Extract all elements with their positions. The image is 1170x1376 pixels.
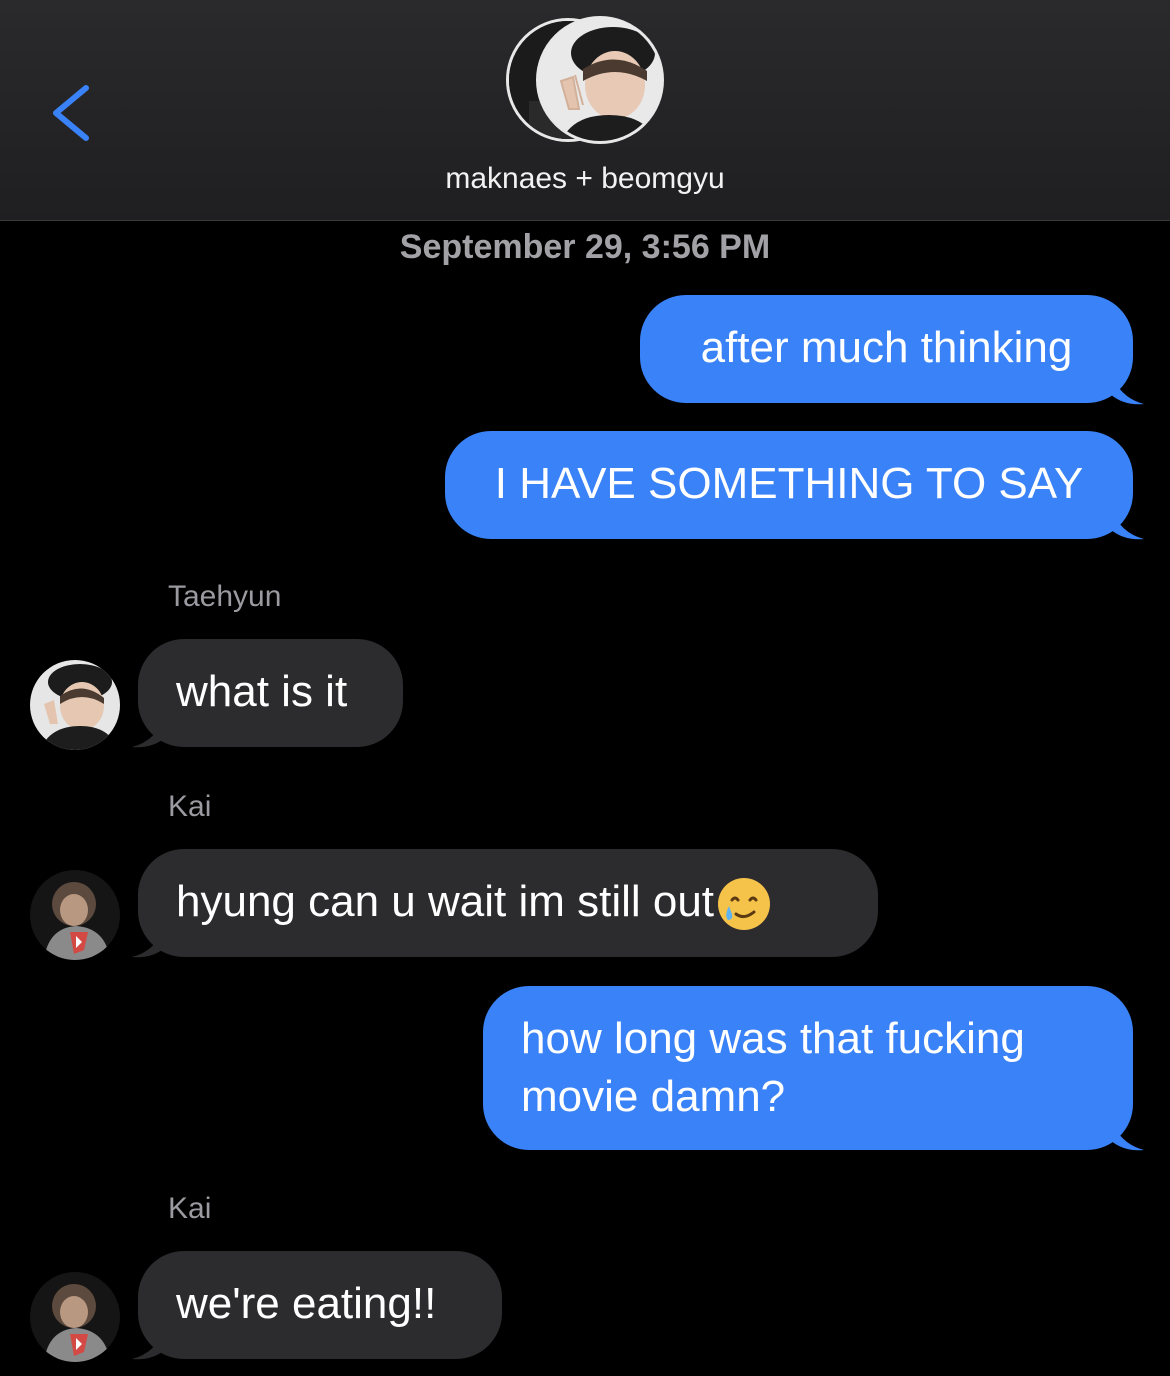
sender-avatar[interactable]: [30, 870, 120, 960]
chevron-left-icon: [53, 85, 89, 141]
message-text: what is it: [176, 667, 348, 716]
received-message-bubble[interactable]: hyung can u wait im still out: [138, 849, 878, 957]
message-text: hyung can u wait im still out: [176, 877, 715, 926]
message-text-line: movie damn?: [521, 1072, 786, 1121]
message-text-line: how long was that fucking: [521, 1014, 1025, 1063]
group-avatar[interactable]: [506, 16, 666, 146]
received-message-bubble[interactable]: we're eating!!: [138, 1251, 502, 1359]
sent-message-bubble[interactable]: after much thinking: [640, 295, 1133, 403]
group-title[interactable]: maknaes + beomgyu: [0, 162, 1170, 196]
bubble-tail: [1110, 507, 1144, 540]
message-text: I HAVE SOMETHING TO SAY: [494, 459, 1084, 508]
back-button[interactable]: [40, 78, 100, 148]
message-text: we're eating!!: [176, 1279, 437, 1328]
bubble-tail: [1110, 372, 1144, 405]
bubble-tail: [132, 715, 166, 748]
bubble-tail: [132, 1327, 166, 1360]
sender-name: Kai: [168, 790, 212, 823]
sender-avatar[interactable]: [30, 1272, 120, 1362]
message-timestamp: September 29, 3:56 PM: [399, 228, 771, 266]
bubble-tail: [1110, 1118, 1144, 1151]
conversation-header: maknaes + beomgyu: [0, 0, 1170, 221]
smiling-face-with-tear-icon: [718, 878, 771, 931]
received-message-bubble[interactable]: what is it: [138, 639, 403, 747]
sender-name: Taehyun: [168, 580, 282, 613]
bubble-tail: [132, 925, 166, 958]
message-text: after much thinking: [700, 323, 1073, 372]
sent-message-bubble[interactable]: I HAVE SOMETHING TO SAY: [445, 431, 1133, 539]
member-avatar-front: [536, 16, 664, 144]
sender-avatar[interactable]: [30, 660, 120, 750]
sender-name: Kai: [168, 1192, 212, 1225]
sent-message-bubble[interactable]: how long was that fucking movie damn?: [483, 986, 1133, 1150]
